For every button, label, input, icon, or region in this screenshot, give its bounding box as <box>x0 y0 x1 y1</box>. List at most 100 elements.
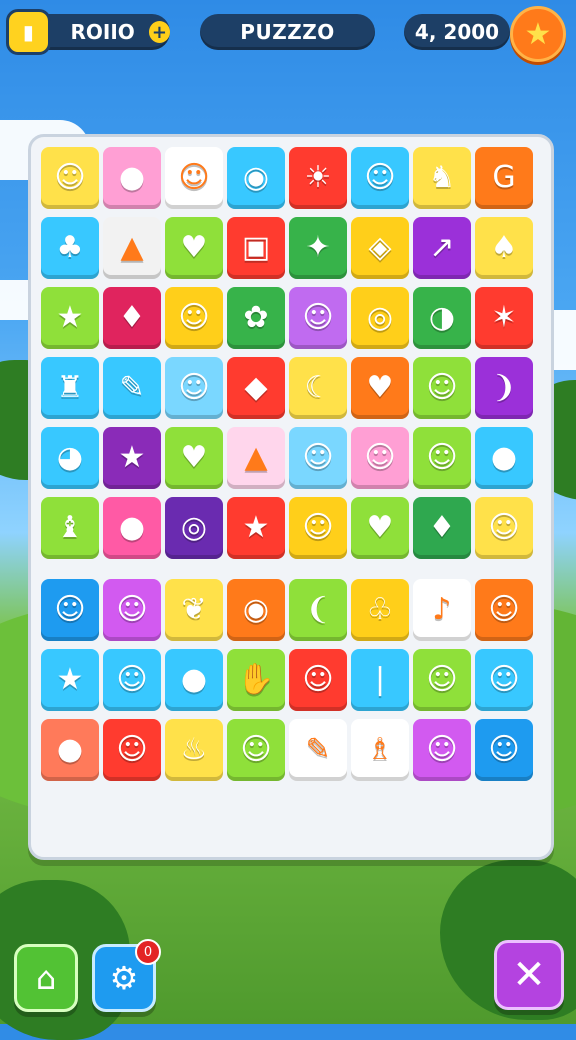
tile-symbol-icon: ◉ <box>242 160 270 195</box>
tile-symbol-icon: ♣ <box>56 230 84 265</box>
game-tile[interactable]: ♦ <box>103 287 161 349</box>
tile-symbol-icon: ☺ <box>488 732 520 767</box>
game-tile[interactable]: ☺ <box>413 649 471 711</box>
game-tile[interactable]: ☺ <box>289 649 347 711</box>
game-tile[interactable]: ↗ <box>413 217 471 279</box>
game-tile[interactable]: ♧ <box>351 579 409 641</box>
game-tile[interactable]: ✦ <box>289 217 347 279</box>
game-tile[interactable]: ☺ <box>413 719 471 781</box>
game-tile[interactable]: ♜ <box>41 357 99 419</box>
game-tile[interactable]: ♦ <box>413 497 471 559</box>
game-tile[interactable]: ☺ <box>165 357 223 419</box>
close-button[interactable]: ✕ <box>494 940 564 1010</box>
game-tile[interactable]: ☺ <box>475 497 533 559</box>
game-tile[interactable]: ✎ <box>289 719 347 781</box>
game-tile[interactable]: ▲ <box>103 217 161 279</box>
game-tile[interactable]: ◎ <box>351 287 409 349</box>
game-tile[interactable]: ☺ <box>475 719 533 781</box>
game-tile[interactable]: ✶ <box>475 287 533 349</box>
game-tile[interactable]: ♞ <box>413 147 471 209</box>
game-tile[interactable]: ✿ <box>227 287 285 349</box>
game-tile[interactable]: ♝ <box>41 497 99 559</box>
game-tile[interactable]: ● <box>475 427 533 489</box>
game-tile[interactable]: ◕ <box>41 427 99 489</box>
game-tile[interactable]: ☺ <box>475 649 533 711</box>
game-tile[interactable]: ☺ <box>103 719 161 781</box>
game-tile[interactable]: ★ <box>41 649 99 711</box>
game-tile[interactable]: ◑ <box>413 287 471 349</box>
tile-symbol-icon: ♨ <box>180 732 208 767</box>
tile-symbol-icon: ◈ <box>368 230 392 265</box>
game-tile[interactable]: ◉ <box>227 579 285 641</box>
game-tile[interactable]: ♥ <box>351 497 409 559</box>
game-tile[interactable]: ◉ <box>227 147 285 209</box>
game-tile[interactable]: ☾ <box>289 357 347 419</box>
game-tile[interactable]: ▣ <box>227 217 285 279</box>
tile-symbol-icon: ● <box>56 732 84 767</box>
game-tile[interactable]: ☺ <box>227 719 285 781</box>
game-tile[interactable]: ☺ <box>289 287 347 349</box>
tile-symbol-icon: ☺ <box>302 662 334 697</box>
game-tile[interactable]: ★ <box>103 427 161 489</box>
game-tile[interactable]: ❦ <box>165 579 223 641</box>
game-tile[interactable]: G <box>475 147 533 209</box>
game-tile[interactable]: ◎ <box>165 497 223 559</box>
game-tile[interactable]: ♗ <box>351 719 409 781</box>
game-tile[interactable]: ☺ <box>103 579 161 641</box>
game-tile[interactable]: ☺ <box>351 427 409 489</box>
star-icon[interactable]: ★ <box>510 6 566 62</box>
tile-symbol-icon: ◕ <box>56 440 84 475</box>
game-tile[interactable]: ★ <box>227 497 285 559</box>
game-tile[interactable]: ☺ <box>41 147 99 209</box>
game-tile[interactable]: ♥ <box>165 217 223 279</box>
game-tile[interactable]: ☺ <box>165 287 223 349</box>
tile-symbol-icon: ✋ <box>237 662 275 697</box>
game-tile[interactable]: ● <box>103 497 161 559</box>
game-tile[interactable]: ☺ <box>289 427 347 489</box>
tile-symbol-icon: ▲ <box>120 230 144 265</box>
game-tile[interactable]: ▲ <box>227 427 285 489</box>
notification-badge: 0 <box>135 939 161 965</box>
game-tile[interactable]: ✎ <box>103 357 161 419</box>
game-tile[interactable]: ● <box>41 719 99 781</box>
tile-symbol-icon: ◎ <box>180 510 208 545</box>
tile-symbol-icon: ★ <box>56 300 84 335</box>
game-tile[interactable]: ❩ <box>475 357 533 419</box>
game-tile[interactable]: ♥ <box>351 357 409 419</box>
tile-symbol-icon: ◉ <box>242 592 270 627</box>
game-tile[interactable]: ☺ <box>41 579 99 641</box>
tile-symbol-icon: ☺ <box>488 662 520 697</box>
game-tile[interactable]: ☺ <box>165 147 223 209</box>
settings-button[interactable]: ⚙ 0 <box>92 939 161 1012</box>
tile-symbol-icon: ❘ <box>367 662 393 697</box>
tile-symbol-icon: ☺ <box>178 370 210 405</box>
game-tile[interactable]: ❨ <box>289 579 347 641</box>
home-button[interactable]: ⌂ <box>14 944 78 1012</box>
game-tile[interactable]: ☺ <box>289 497 347 559</box>
player-pill[interactable]: ▮ ROIIO + <box>6 9 170 55</box>
game-tile[interactable]: ♣ <box>41 217 99 279</box>
game-tile[interactable]: ★ <box>41 287 99 349</box>
game-tile[interactable]: ♨ <box>165 719 223 781</box>
game-tile[interactable]: ● <box>103 147 161 209</box>
game-tile[interactable]: ❘ <box>351 649 409 711</box>
game-tile[interactable]: ◆ <box>227 357 285 419</box>
game-tile[interactable]: ☺ <box>103 649 161 711</box>
game-tile[interactable]: ♥ <box>165 427 223 489</box>
add-coin-icon[interactable]: + <box>148 21 170 43</box>
game-tile[interactable]: ☺ <box>351 147 409 209</box>
tile-symbol-icon: ✿ <box>243 300 269 335</box>
game-tile[interactable]: ✋ <box>227 649 285 711</box>
tile-symbol-icon: ♠ <box>490 230 518 265</box>
game-tile[interactable]: ● <box>165 649 223 711</box>
game-tile[interactable]: ☺ <box>413 427 471 489</box>
game-tile[interactable]: ☺ <box>475 579 533 641</box>
game-tile[interactable]: ♠ <box>475 217 533 279</box>
tile-symbol-icon: ★ <box>242 510 270 545</box>
game-tile[interactable]: ☀ <box>289 147 347 209</box>
tile-symbol-icon: ♥ <box>180 230 208 265</box>
game-tile[interactable]: ◈ <box>351 217 409 279</box>
tile-symbol-icon: ☺ <box>488 510 520 545</box>
game-tile[interactable]: ☺ <box>413 357 471 419</box>
game-tile[interactable]: ♪ <box>413 579 471 641</box>
